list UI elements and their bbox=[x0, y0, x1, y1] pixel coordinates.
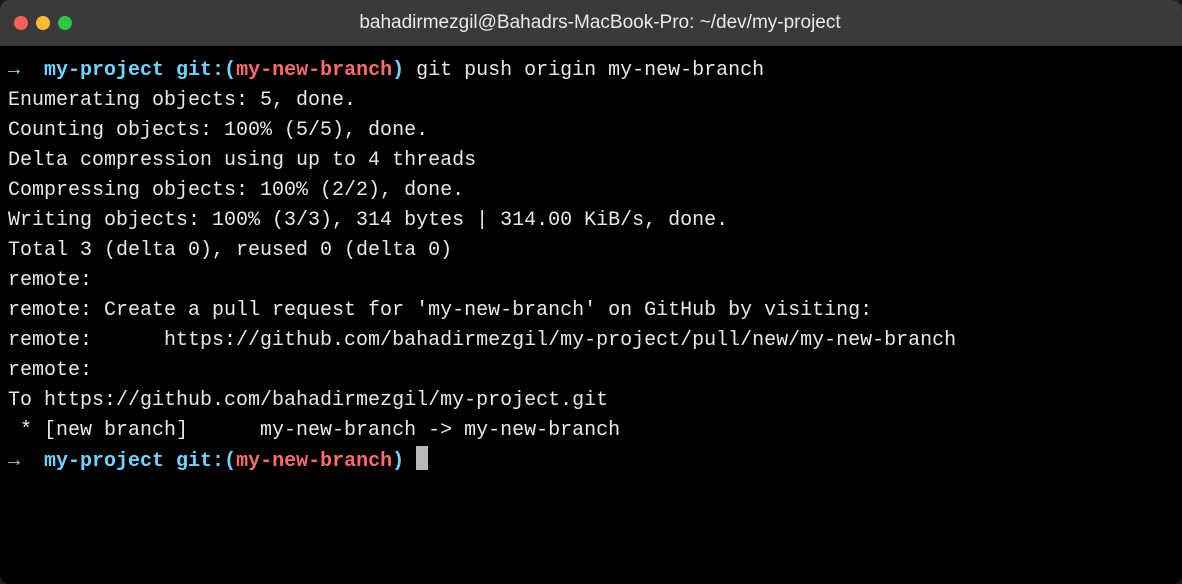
output-line: Enumerating objects: 5, done. bbox=[8, 86, 1174, 116]
current-dir: my-project bbox=[44, 450, 176, 473]
output-line: remote: https://github.com/bahadirmezgil… bbox=[8, 326, 1174, 356]
output-line: Writing objects: 100% (3/3), 314 bytes |… bbox=[8, 206, 1174, 236]
output-line: Total 3 (delta 0), reused 0 (delta 0) bbox=[8, 236, 1174, 266]
paren-open: ( bbox=[224, 450, 236, 473]
titlebar: bahadirmezgil@Bahadrs-MacBook-Pro: ~/dev… bbox=[0, 0, 1182, 46]
paren-open: ( bbox=[224, 59, 236, 82]
arrow-icon: → bbox=[8, 450, 44, 473]
prompt-line-2: → my-project git:(my-new-branch) bbox=[8, 446, 1174, 477]
arrow-icon: → bbox=[8, 59, 44, 82]
output-line: Counting objects: 100% (5/5), done. bbox=[8, 116, 1174, 146]
window-title: bahadirmezgil@Bahadrs-MacBook-Pro: ~/dev… bbox=[32, 12, 1168, 34]
output-line: remote: Create a pull request for 'my-ne… bbox=[8, 296, 1174, 326]
close-button[interactable] bbox=[14, 16, 28, 30]
git-label: git: bbox=[176, 59, 224, 82]
output-line: remote: bbox=[8, 356, 1174, 386]
output-line: * [new branch] my-new-branch -> my-new-b… bbox=[8, 416, 1174, 446]
current-dir: my-project bbox=[44, 59, 176, 82]
terminal-window: bahadirmezgil@Bahadrs-MacBook-Pro: ~/dev… bbox=[0, 0, 1182, 584]
git-branch: my-new-branch bbox=[236, 450, 392, 473]
output-line: To https://github.com/bahadirmezgil/my-p… bbox=[8, 386, 1174, 416]
cursor-icon bbox=[416, 446, 428, 470]
output-line: Compressing objects: 100% (2/2), done. bbox=[8, 176, 1174, 206]
git-branch: my-new-branch bbox=[236, 59, 392, 82]
git-label: git: bbox=[176, 450, 224, 473]
paren-close: ) bbox=[392, 450, 404, 473]
paren-close: ) bbox=[392, 59, 404, 82]
command-text: git push origin my-new-branch bbox=[404, 59, 764, 82]
terminal-body[interactable]: → my-project git:(my-new-branch) git pus… bbox=[0, 46, 1182, 584]
output-line: Delta compression using up to 4 threads bbox=[8, 146, 1174, 176]
prompt-space bbox=[404, 450, 416, 473]
prompt-line-1: → my-project git:(my-new-branch) git pus… bbox=[8, 56, 1174, 86]
output-line: remote: bbox=[8, 266, 1174, 296]
